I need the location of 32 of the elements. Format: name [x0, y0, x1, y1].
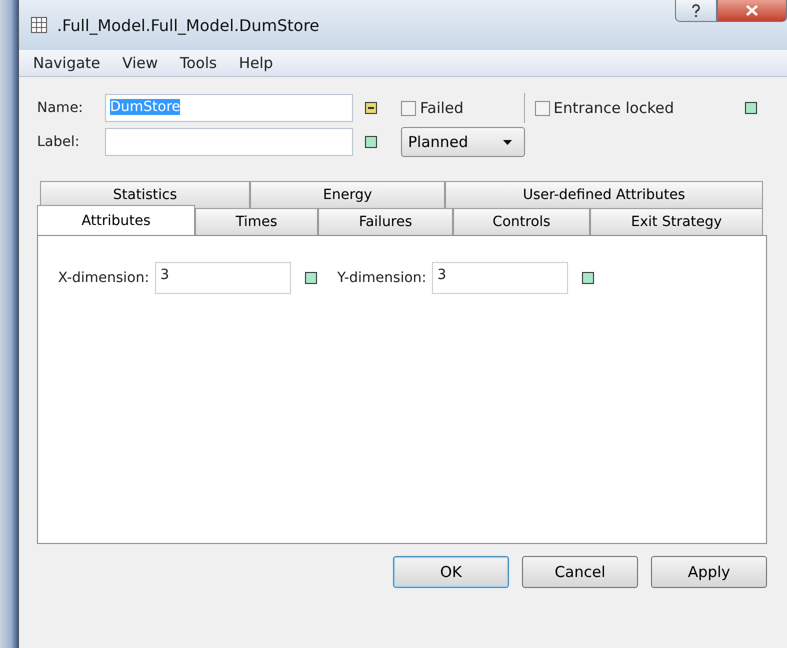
help-icon: [691, 4, 701, 18]
close-button[interactable]: [717, 0, 787, 22]
dimension-field[interactable]: 3: [155, 262, 292, 294]
dimension-field[interactable]: 3: [432, 262, 568, 294]
menu-item[interactable]: View: [122, 54, 158, 72]
field-label: Label:: [37, 134, 80, 150]
close-icon: [746, 5, 758, 16]
tab[interactable]: Attributes: [37, 205, 195, 235]
tab[interactable]: Exit Strategy: [590, 208, 763, 235]
tab[interactable]: Times: [195, 208, 318, 235]
tab[interactable]: Statistics: [40, 181, 250, 208]
menu-item[interactable]: Tools: [180, 54, 217, 72]
field-label: X-dimension:: [58, 270, 150, 286]
dialog-button[interactable]: Cancel: [522, 556, 638, 588]
grid-icon: [31, 17, 47, 33]
dropdown-arrow-icon: [503, 140, 512, 144]
dialog-button[interactable]: Apply: [651, 556, 767, 588]
tab[interactable]: User-defined Attributes: [445, 181, 763, 208]
menu-item[interactable]: Navigate: [33, 54, 100, 72]
tab[interactable]: Energy: [250, 181, 445, 208]
window-title: .Full_Model.Full_Model.DumStore: [57, 16, 320, 34]
field-label: Name:: [37, 100, 84, 116]
tab[interactable]: Controls: [453, 208, 590, 235]
help-button[interactable]: [675, 0, 717, 22]
label-field[interactable]: [105, 128, 353, 156]
menu-item[interactable]: Help: [238, 54, 274, 72]
field-label: Y-dimension:: [337, 270, 426, 286]
tab[interactable]: Failures: [318, 208, 453, 235]
dialog-button[interactable]: OK: [393, 556, 509, 588]
failed-checkbox[interactable]: Failed: [401, 99, 464, 117]
status-dropdown[interactable]: Planned: [401, 127, 525, 157]
entrance-locked-checkbox[interactable]: Entrance locked: [534, 99, 674, 117]
